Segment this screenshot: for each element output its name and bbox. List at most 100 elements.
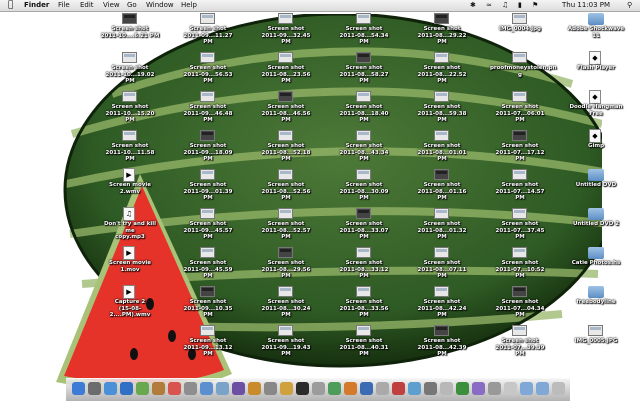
desktop-icon[interactable]: ◆ Gimp (566, 129, 626, 168)
desktop-icon[interactable]: Screen shot 2011-09...18.09 PM (178, 129, 238, 168)
app-icon[interactable] (440, 382, 453, 395)
desktop-icon[interactable]: Catie Photos.hs (566, 246, 626, 285)
ical-icon[interactable] (168, 382, 181, 395)
app-icon[interactable] (456, 382, 469, 395)
desktop-icon[interactable]: Screen shot 2011-08...01.16 PM (412, 168, 472, 207)
menu-edit[interactable]: Edit (80, 0, 94, 11)
desktop-icon[interactable]: ▶ Screen movie 1.mov (100, 246, 160, 285)
volume-icon[interactable]: ♫ (502, 0, 508, 11)
downloads-folder-icon[interactable] (520, 382, 533, 395)
desktop-icon[interactable]: Screen shot 2011-09...45.59 PM (178, 246, 238, 285)
desktop-icon[interactable]: Screen shot 2011-08...33.07 PM (334, 207, 394, 246)
desktop-icon[interactable]: Screen shot 2011-09...13.12 PM (178, 324, 238, 363)
menu-help[interactable]: Help (181, 0, 197, 11)
dashboard-icon[interactable] (88, 382, 101, 395)
desktop-icon[interactable]: Screen shot 2011-08...30.24 PM (256, 285, 316, 324)
documents-folder-icon[interactable] (536, 382, 549, 395)
desktop-icon[interactable]: Screen shot 2011-07...39.39 PM (490, 324, 550, 363)
mail-icon[interactable] (104, 382, 117, 395)
desktop-icon[interactable]: Screen shot 2011-08...33.12 PM (334, 246, 394, 285)
desktop-icon[interactable]: ▶ Capture 2 (15-08-2....PM).wmv (100, 285, 160, 324)
imovie-icon[interactable] (232, 382, 245, 395)
desktop-icon[interactable]: Screen shot 2011-08...29.56 PM (256, 246, 316, 285)
desktop-icon[interactable]: freebodyline (566, 285, 626, 324)
apple-menu-icon[interactable]:  (8, 0, 13, 11)
desktop-icon[interactable]: Screen shot 2011-08...59.38 PM (412, 90, 472, 129)
desktop-icon[interactable]: Screen shot 2011-09...10.35 PM (178, 285, 238, 324)
menu-go[interactable]: Go (127, 0, 137, 11)
app-icon[interactable] (328, 382, 341, 395)
menu-window[interactable]: Window (146, 0, 174, 11)
desktop-icon[interactable]: Screen shot 2011-08...40.31 PM (334, 324, 394, 363)
automator-icon[interactable] (312, 382, 325, 395)
desktop-icon[interactable]: Untitled DVD (566, 168, 626, 207)
desktop-icon[interactable]: Screen shot 2011-08...33.56 PM (334, 285, 394, 324)
desktop-icon[interactable]: ◆ Flash Player (566, 51, 626, 90)
desktop-icon[interactable]: Screen shot 2011-08...23.56 PM (256, 51, 316, 90)
battery-icon[interactable]: ▮ (518, 0, 522, 11)
app-icon[interactable] (504, 382, 517, 395)
terminal-icon[interactable] (296, 382, 309, 395)
desktop-icon[interactable]: Screen shot 2011-07...17.12 PM (490, 129, 550, 168)
desktop-icon[interactable]: Screen shot 2011-09...32.45 PM (256, 12, 316, 51)
desktop-icon[interactable]: Screen shot 2011-08...58.27 PM (334, 51, 394, 90)
app-icon[interactable] (424, 382, 437, 395)
desktop-icon[interactable]: Screen shot 2011-08...54.34 PM (334, 12, 394, 51)
garageband-icon[interactable] (248, 382, 261, 395)
desktop-icon[interactable]: ♫ Don't try and kill me copy.mp3 (100, 207, 160, 246)
desktop-icon[interactable]: Screen shot 2011-09...46.48 PM (178, 90, 238, 129)
desktop-icon[interactable]: Screen shot 2011-08...42.39 PM (412, 324, 472, 363)
menu-clock[interactable]: Thu 11:03 PM (562, 0, 610, 11)
app-icon[interactable] (376, 382, 389, 395)
desktop-icon[interactable]: Screen shot 2011-08...43.34 PM (334, 129, 394, 168)
itunes-icon[interactable] (200, 382, 213, 395)
flag-icon[interactable]: ⚑ (532, 0, 538, 11)
app-icon[interactable] (360, 382, 373, 395)
menu-app-name[interactable]: Finder (24, 0, 49, 11)
desktop-icon[interactable]: Screen shot 2011-07...10.52 PM (490, 246, 550, 285)
desktop-icon[interactable]: Screen shot 2011-07...06.01 PM (490, 90, 550, 129)
desktop-icon[interactable]: Screen shot 2011-08...52.57 PM (256, 207, 316, 246)
bluetooth-icon[interactable]: ✱ (470, 0, 476, 11)
app-icon[interactable] (472, 382, 485, 395)
desktop-icon[interactable]: Screen shot 2011-10...19.02 PM (100, 51, 160, 90)
desktop-icon[interactable]: Untitled DVD 2 (566, 207, 626, 246)
app-icon[interactable] (344, 382, 357, 395)
spotlight-icon[interactable]: ⚲ (627, 0, 632, 11)
desktop-icon[interactable]: ▶ Screen movie 2.wmv (100, 168, 160, 207)
desktop-icon[interactable]: Screen shot 2011-09...01.39 PM (178, 168, 238, 207)
desktop-icon[interactable]: Screen shot 2011-08...29.22 PM (412, 12, 472, 51)
desktop-icon[interactable]: Screen shot 2011-07...37.45 PM (490, 207, 550, 246)
spotlight-icon[interactable] (280, 382, 293, 395)
desktop-icon[interactable]: Adobe Shockwave 11 (566, 12, 626, 51)
desktop-icon[interactable]: ◆ Doodle Hangman Free (566, 90, 626, 129)
desktop-icon[interactable]: Screen shot 2011-08...01.01 PM (412, 129, 472, 168)
trash-icon[interactable] (552, 382, 565, 395)
desktop-icon[interactable]: Screen shot 2011-08...52.56 PM (256, 168, 316, 207)
desktop-icon[interactable]: Screen shot 2011-09...19.43 PM (256, 324, 316, 363)
desktop-icon[interactable]: Screen shot 2011-08...01.32 PM (412, 207, 472, 246)
menu-view[interactable]: View (103, 0, 120, 11)
finder-icon[interactable] (72, 382, 85, 395)
desktop-icon[interactable]: Screen shot 2011-09...11.27 PM (178, 12, 238, 51)
desktop-icon[interactable]: Screen shot 2011-07...14.57 PM (490, 168, 550, 207)
app-icon[interactable] (488, 382, 501, 395)
system-preferences-icon[interactable] (264, 382, 277, 395)
desktop-icon[interactable]: IMG_0004.jpg (490, 12, 550, 51)
ichat-icon[interactable] (136, 382, 149, 395)
iphoto-icon[interactable] (216, 382, 229, 395)
app-icon[interactable] (408, 382, 421, 395)
desktop-icon[interactable]: Screen shot 2011-08...30.09 PM (334, 168, 394, 207)
desktop-icon[interactable]: Screen shot 2011-09...45.57 PM (178, 207, 238, 246)
desktop-icon[interactable]: Screen shot 2011-08...18.40 PM (334, 90, 394, 129)
desktop-icon[interactable]: Screen shot 2011-08...22.52 PM (412, 51, 472, 90)
desktop-icon[interactable]: Screen shot 2011-08...46.56 PM (256, 90, 316, 129)
app-icon[interactable] (392, 382, 405, 395)
desktop-icon[interactable]: Screen shot 2011-10...15.20 PM (100, 90, 160, 129)
safari-icon[interactable] (120, 382, 133, 395)
desktop-icon[interactable]: Screen shot 2011-07...04.34 PM (490, 285, 550, 324)
desktop-icon[interactable]: IMG_0005.JPG (566, 324, 626, 363)
desktop-icon[interactable]: Screen shot 2011-08...52.18 PM (256, 129, 316, 168)
preview-icon[interactable] (184, 382, 197, 395)
desktop-icon[interactable]: Screen shot 2011-08...42.24 PM (412, 285, 472, 324)
